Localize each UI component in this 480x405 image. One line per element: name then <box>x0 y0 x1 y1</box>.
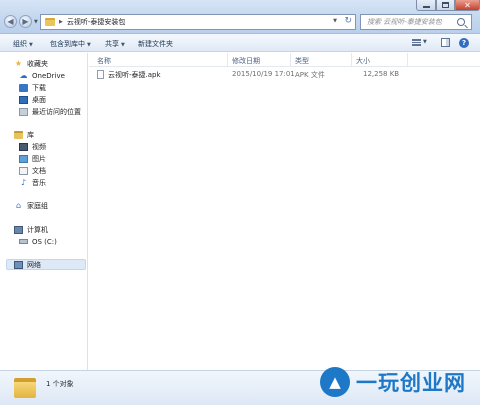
homegroup-icon: ⌂ <box>15 201 22 210</box>
apk-file-icon <box>97 70 104 79</box>
organize-menu[interactable]: 组织 ▼ <box>13 39 33 49</box>
view-options-dropdown[interactable]: ▼ <box>423 39 427 45</box>
title-bar: ◀ ▶ ▼ ▶ 云视听-泰捷安装包 ▼ ↻ 搜索 云视听-泰捷安装包 ✕ <box>0 0 480 34</box>
sidebar-item-label: 文档 <box>32 166 46 175</box>
file-list[interactable]: 名称 修改日期 类型 大小 云视听-泰捷.apk 2015/10/19 17:0… <box>89 53 480 370</box>
column-header-row: 名称 修改日期 类型 大小 <box>89 53 480 67</box>
address-path[interactable]: 云视听-泰捷安装包 <box>67 17 126 27</box>
sidebar-item-label: 音乐 <box>32 178 46 187</box>
sidebar-item-label: 网络 <box>27 260 41 269</box>
command-bar: 组织 ▼ 包含到库中 ▼ 共享 ▼ 新建文件夹 ▼ ? <box>0 34 480 52</box>
downloads-folder-icon <box>19 83 28 92</box>
search-box[interactable]: 搜索 云视听-泰捷安装包 <box>360 14 472 30</box>
network-icon <box>14 260 23 269</box>
sidebar-item-label: OS (C:) <box>32 237 57 246</box>
sidebar-item-documents[interactable]: 文档 <box>19 165 46 176</box>
new-folder-button[interactable]: 新建文件夹 <box>138 39 173 49</box>
file-name[interactable]: 云视听-泰捷.apk <box>108 70 161 80</box>
share-menu[interactable]: 共享 ▼ <box>105 39 125 49</box>
close-icon: ✕ <box>464 0 471 10</box>
column-header-size[interactable]: 大小 <box>356 56 370 66</box>
chevron-down-icon: ▼ <box>29 42 33 48</box>
chevron-right-icon[interactable]: ▶ <box>59 19 63 25</box>
sidebar-item-music[interactable]: ♪ 音乐 <box>19 177 46 188</box>
help-icon[interactable]: ? <box>459 38 469 48</box>
file-date-modified: 2015/10/19 17:01 <box>232 70 295 78</box>
sidebar-item-homegroup[interactable]: ⌂ 家庭组 <box>14 200 48 211</box>
sidebar-item-label: OneDrive <box>32 71 65 80</box>
sidebar-item-label: 桌面 <box>32 95 46 104</box>
sidebar-item-onedrive[interactable]: ☁ OneDrive <box>19 70 65 81</box>
sidebar-item-downloads[interactable]: 下载 <box>19 82 46 93</box>
drive-icon <box>19 239 28 244</box>
videos-icon <box>19 142 28 151</box>
refresh-icon[interactable]: ↻ <box>344 16 352 26</box>
chevron-down-icon: ▼ <box>121 42 125 48</box>
sidebar-item-label: 库 <box>27 130 34 139</box>
column-header-date[interactable]: 修改日期 <box>232 56 260 66</box>
desktop-icon <box>19 95 28 104</box>
table-row[interactable]: 云视听-泰捷.apk 2015/10/19 17:01 APK 文件 12,25… <box>93 69 473 80</box>
address-bar[interactable]: ▶ 云视听-泰捷安装包 ▼ ↻ <box>40 14 356 30</box>
maximize-icon <box>442 2 449 8</box>
search-icon[interactable] <box>457 18 465 26</box>
documents-icon <box>19 166 28 175</box>
sidebar-item-label: 图片 <box>32 154 46 163</box>
preview-pane-icon[interactable] <box>441 38 450 47</box>
star-icon: ★ <box>14 59 23 68</box>
sidebar-item-desktop[interactable]: 桌面 <box>19 94 46 105</box>
column-divider[interactable] <box>227 53 228 67</box>
column-divider[interactable] <box>351 53 352 67</box>
maximize-button[interactable] <box>436 0 455 11</box>
file-type: APK 文件 <box>295 71 325 79</box>
close-button[interactable]: ✕ <box>455 0 480 11</box>
organize-label: 组织 <box>13 40 27 48</box>
pictures-icon <box>19 154 28 163</box>
chevron-down-icon: ▼ <box>87 42 91 48</box>
folder-icon <box>14 378 36 398</box>
include-in-library-label: 包含到库中 <box>50 40 85 48</box>
watermark: ▲ 一玩创业网 <box>320 362 480 402</box>
sidebar-item-favorites[interactable]: ★ 收藏夹 <box>14 58 48 69</box>
watermark-text: 一玩创业网 <box>356 371 466 395</box>
change-view-icon[interactable] <box>412 39 421 46</box>
sidebar-item-label: 家庭组 <box>27 201 48 210</box>
sidebar-item-label: 最近访问的位置 <box>32 107 81 116</box>
sidebar-item-label: 下载 <box>32 83 46 92</box>
include-in-library-menu[interactable]: 包含到库中 ▼ <box>50 39 91 49</box>
navigation-pane[interactable]: ★ 收藏夹 ☁ OneDrive 下载 桌面 最近访问的位置 库 视频 图片 文… <box>0 53 88 370</box>
sidebar-item-pictures[interactable]: 图片 <box>19 153 46 164</box>
folder-icon <box>45 18 55 26</box>
minimize-icon <box>422 5 430 8</box>
sidebar-item-libraries[interactable]: 库 <box>14 129 34 140</box>
sidebar-item-computer[interactable]: 计算机 <box>14 224 48 235</box>
computer-icon <box>14 225 23 234</box>
music-icon: ♪ <box>20 178 27 187</box>
onedrive-icon: ☁ <box>19 71 28 80</box>
sidebar-item-videos[interactable]: 视频 <box>19 141 46 152</box>
recent-places-icon <box>19 107 28 116</box>
recent-pages-dropdown[interactable]: ▼ <box>34 19 38 25</box>
search-input[interactable]: 搜索 云视听-泰捷安装包 <box>367 17 457 27</box>
column-header-name[interactable]: 名称 <box>97 56 111 66</box>
sidebar-item-label: 视频 <box>32 142 46 151</box>
sidebar-item-network[interactable]: 网络 <box>6 259 86 270</box>
back-button[interactable]: ◀ <box>4 15 17 28</box>
address-dropdown-icon[interactable]: ▼ <box>333 18 337 24</box>
column-divider[interactable] <box>407 53 408 67</box>
sidebar-item-label: 计算机 <box>27 225 48 234</box>
column-divider[interactable] <box>290 53 291 67</box>
item-count: 1 个对象 <box>46 380 74 388</box>
share-label: 共享 <box>105 40 119 48</box>
sidebar-item-os-drive[interactable]: OS (C:) <box>19 236 57 247</box>
column-header-type[interactable]: 类型 <box>295 56 309 66</box>
sidebar-item-label: 收藏夹 <box>27 59 48 68</box>
file-size: 12,258 KB <box>363 70 400 78</box>
forward-button[interactable]: ▶ <box>19 15 32 28</box>
libraries-icon <box>14 130 23 139</box>
watermark-logo-icon: ▲ <box>320 367 350 397</box>
minimize-button[interactable] <box>416 0 436 11</box>
sidebar-item-recent-places[interactable]: 最近访问的位置 <box>19 106 81 117</box>
